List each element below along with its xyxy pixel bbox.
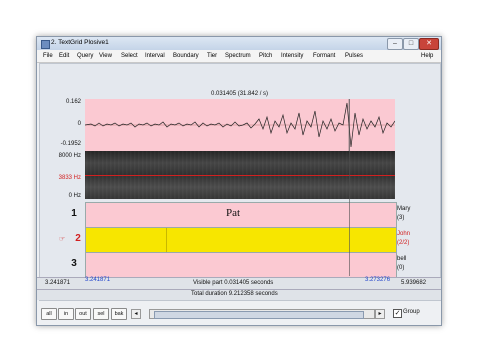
menu-bar: File Edit Query View Select Interval Bou…: [37, 50, 441, 63]
menu-help[interactable]: Help: [421, 53, 433, 59]
menu-select[interactable]: Select: [121, 53, 138, 59]
menu-edit[interactable]: Edit: [59, 53, 69, 59]
total-duration-bar[interactable]: Total duration 9.212358 seconds: [37, 289, 441, 300]
close-button[interactable]: ✕: [419, 38, 439, 50]
spectrogram-ymax: 8000 Hz: [58, 153, 81, 159]
selection-duration-label: 0.031405 (31.842 / s): [211, 91, 269, 97]
zoom-back-button[interactable]: bak: [111, 308, 127, 320]
menu-intensity[interactable]: Intensity: [281, 53, 303, 59]
total-duration-label: Total duration 9.212358 seconds: [191, 291, 278, 297]
right-total-time: 5.939682: [401, 280, 427, 286]
waveform-ymin: -0.1952: [60, 141, 81, 147]
spectrogram-ymin: 0 Hz: [68, 193, 81, 199]
tier-1-row[interactable]: Pat: [85, 202, 397, 228]
tier-2-count: (2/2): [397, 240, 410, 246]
window-title: 2. TextGrid Plosive1: [51, 39, 109, 46]
tier-2-boundary: [166, 228, 167, 252]
scroll-left-arrow-icon[interactable]: ◂: [131, 309, 141, 319]
title-bar: 2. TextGrid Plosive1 – □ ✕: [37, 37, 441, 50]
tier-2-number: 2: [75, 233, 81, 244]
tier-2-name: John: [397, 231, 411, 237]
time-cursor-line: [349, 99, 350, 276]
visible-part-bar[interactable]: 3.241871 3.241871 Visible part 0.031405 …: [37, 277, 441, 289]
left-visible-time: 3.241871: [85, 277, 111, 283]
tier-1-count: (3): [397, 215, 405, 221]
spectrogram-cursor-freq: 3833 Hz: [58, 175, 81, 181]
time-scrollbar[interactable]: [149, 309, 375, 319]
tier-1-name: Mary: [397, 206, 411, 212]
textgrid-window: 2. TextGrid Plosive1 – □ ✕ File Edit Que…: [36, 36, 442, 326]
scroll-right-arrow-icon[interactable]: ▸: [375, 309, 385, 319]
waveform-ymax: 0.162: [65, 99, 81, 105]
minimize-button[interactable]: –: [387, 38, 403, 50]
tier-3-count: (0): [397, 265, 405, 271]
group-checkbox[interactable]: ✓: [393, 309, 402, 318]
menu-view[interactable]: View: [99, 53, 112, 59]
tier-3-number: 3: [71, 258, 77, 269]
zoom-selection-button[interactable]: sel: [93, 308, 109, 320]
menu-interval[interactable]: Interval: [145, 53, 165, 59]
zoom-all-button[interactable]: all: [41, 308, 57, 320]
maximize-button[interactable]: □: [403, 38, 419, 50]
menu-pulses[interactable]: Pulses: [345, 53, 363, 59]
waveform-yzero: 0: [77, 121, 81, 127]
zoom-out-button[interactable]: out: [75, 308, 91, 320]
group-checkbox-label: Group: [403, 309, 420, 315]
app-icon: [41, 40, 50, 49]
right-visible-time: 3.273276: [365, 277, 391, 283]
menu-boundary[interactable]: Boundary: [173, 53, 199, 59]
left-total-time: 3.241871: [45, 280, 71, 286]
menu-query[interactable]: Query: [77, 53, 93, 59]
tier-3-name: bell: [397, 256, 407, 262]
menu-formant[interactable]: Formant: [313, 53, 335, 59]
menu-file[interactable]: File: [43, 53, 53, 59]
tier-2-row[interactable]: [85, 227, 397, 253]
tier-1-number: 1: [71, 208, 77, 219]
tier-1-label: Pat: [226, 207, 241, 219]
menu-tier[interactable]: Tier: [207, 53, 217, 59]
menu-spectrum[interactable]: Spectrum: [225, 53, 251, 59]
visible-part-label: Visible part 0.031405 seconds: [193, 280, 274, 286]
menu-pitch[interactable]: Pitch: [259, 53, 272, 59]
tier-3-row[interactable]: [85, 252, 397, 278]
scrollbar-thumb[interactable]: [154, 311, 364, 319]
zoom-in-button[interactable]: in: [58, 308, 74, 320]
pointing-hand-icon: ☞: [59, 236, 66, 243]
